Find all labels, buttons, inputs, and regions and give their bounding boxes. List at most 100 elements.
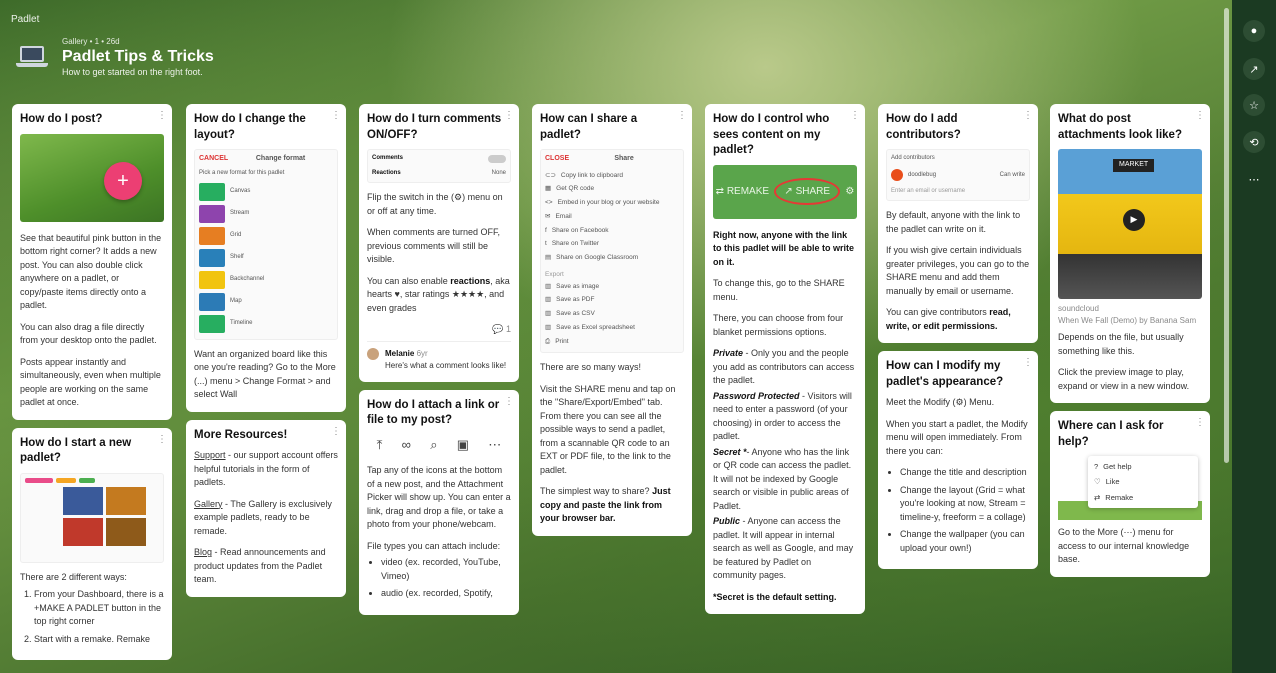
mini-hint: Pick a new format for this padlet xyxy=(199,169,285,176)
post-text: Posts appear instantly and simultaneousl… xyxy=(20,356,161,408)
post-menu-icon[interactable]: ⋮ xyxy=(1195,108,1205,123)
post-text: When you start a padlet, the Modify menu… xyxy=(886,418,1028,456)
post-title: What do post attachments look like? xyxy=(1058,113,1182,141)
share-option-label: Share on Facebook xyxy=(551,226,609,234)
scrollbar[interactable] xyxy=(1224,8,1229,463)
remake-icon[interactable]: ⟲ xyxy=(1243,131,1265,153)
post-title: More Resources! xyxy=(194,428,288,441)
map-swatch xyxy=(199,292,225,311)
menu-item-label: Like xyxy=(1105,477,1120,487)
resources-card[interactable]: ⋮ More Resources! Support - our support … xyxy=(186,419,346,597)
attachment-icons: ⤒ ∞ ⌕ ▣ ⋯ xyxy=(367,435,511,455)
contributors-card[interactable]: ⋮ How do I add contributors? Add contrib… xyxy=(878,104,1038,344)
start-card[interactable]: ⋮ How do I start a new padlet? There are… xyxy=(12,427,172,661)
share-option: t Share on Twitter xyxy=(545,237,679,251)
comment-count[interactable]: 💬 1 xyxy=(367,323,511,337)
post-title: How can I modify my padlet's appearance? xyxy=(886,360,1004,388)
post-menu-icon[interactable]: ⋮ xyxy=(331,108,341,123)
list-item: From your Dashboard, there is a +MAKE A … xyxy=(34,588,164,629)
grid-swatch xyxy=(199,226,225,245)
action-rail: ● ↗ ☆ ⟲ ⋯ xyxy=(1232,0,1276,673)
timeline-swatch xyxy=(199,314,225,333)
post-menu-icon[interactable]: ⋮ xyxy=(504,394,514,409)
mini-role: Can write xyxy=(999,171,1025,178)
market-sign: MARKET xyxy=(1113,159,1155,172)
post-text: You can also enable xyxy=(367,275,451,286)
truck-photo[interactable]: MARKET ▶ xyxy=(1058,149,1202,300)
post-title: How do I post? xyxy=(20,113,103,125)
play-icon[interactable]: ▶ xyxy=(1123,209,1145,232)
avatar xyxy=(891,169,903,182)
laptop-icon xyxy=(16,44,48,70)
image-icon: ▥ xyxy=(545,282,552,290)
post-menu-icon[interactable]: ⋮ xyxy=(1023,355,1033,370)
post-menu-icon[interactable]: ⋮ xyxy=(504,108,514,123)
share-option: ▤ Share on Google Classroom xyxy=(545,251,679,265)
star-icon[interactable]: ☆ xyxy=(1243,94,1265,116)
comment-count-value: 1 xyxy=(505,324,511,335)
share-option-label: Share on Google Classroom xyxy=(556,254,639,262)
post-menu-icon[interactable]: ⋮ xyxy=(1023,108,1033,123)
reactions-bold: reactions xyxy=(450,275,491,286)
share-icon[interactable]: ↗ xyxy=(1243,58,1265,80)
share-option-label: Share on Twitter xyxy=(551,240,600,248)
attach-card[interactable]: ⋮ How do I attach a link or file to my p… xyxy=(359,389,519,615)
attachment-caption: When We Fall (Demo) by Banana Sam xyxy=(1058,316,1197,326)
column-2: ⋮ How do I change the layout? CANCEL Chan… xyxy=(186,104,346,597)
share-option: f Share on Facebook xyxy=(545,224,679,238)
comments-card[interactable]: ⋮ How do I turn comments ON/OFF? Comment… xyxy=(359,104,519,382)
mini-reactions-label: Reactions xyxy=(372,170,401,177)
upload-icon: ⤒ xyxy=(376,436,383,452)
footnote: *Secret is the default setting. xyxy=(713,591,837,602)
blog-link[interactable]: Blog xyxy=(194,547,212,557)
cancel-label: CANCEL xyxy=(199,155,229,163)
private-label: Private xyxy=(713,348,744,359)
format-label: Canvas xyxy=(230,188,251,195)
list-item: Change the layout (Grid = what you're lo… xyxy=(900,484,1030,525)
mini-input: Enter an email or username xyxy=(891,188,966,195)
user-icon[interactable]: ● xyxy=(1243,20,1265,42)
password-label: Password Protected xyxy=(713,390,800,401)
export-option-label: Save as image xyxy=(556,282,600,290)
contributors-screenshot: Add contributors doodlebug Can write Ent… xyxy=(886,149,1030,202)
embed-icon: <> xyxy=(545,199,553,207)
post-card[interactable]: ⋮ How do I post? + See that beautiful pi… xyxy=(12,104,172,420)
brand-logo[interactable]: Padlet xyxy=(11,14,39,25)
share-text: SHARE xyxy=(795,186,831,198)
export-option: ▥ Save as image xyxy=(545,280,679,294)
share-card[interactable]: ⋮ How can I share a padlet? CLOSE Share ⊂… xyxy=(532,104,692,536)
share-bar-screenshot: ⇄ REMAKE ↗ SHARE ⚙ xyxy=(713,164,857,219)
post-text: You can give contributors xyxy=(886,307,990,318)
remake-text: REMAKE xyxy=(726,186,770,198)
post-title: How do I turn comments ON/OFF? xyxy=(367,113,502,141)
post-menu-icon[interactable]: ⋮ xyxy=(1195,415,1205,430)
layout-card[interactable]: ⋮ How do I change the layout? CANCEL Chan… xyxy=(186,104,346,412)
close-label: CLOSE xyxy=(545,155,570,163)
modify-card[interactable]: ⋮ How can I modify my padlet's appearanc… xyxy=(878,351,1038,570)
support-link[interactable]: Support xyxy=(194,450,226,460)
post-menu-icon[interactable]: ⋮ xyxy=(157,432,167,447)
commenter-name: Melanie xyxy=(385,348,415,358)
share-option-label: Embed in your blog or your website xyxy=(557,199,660,207)
public-label: Public xyxy=(713,516,741,527)
post-text: If you wish give certain individuals gre… xyxy=(886,245,1030,296)
format-label: Grid xyxy=(230,232,242,239)
gallery-link[interactable]: Gallery xyxy=(194,499,223,509)
post-menu-icon[interactable]: ⋮ xyxy=(677,108,687,123)
stream-swatch xyxy=(199,204,225,223)
twitter-icon: t xyxy=(545,240,547,248)
post-menu-icon[interactable]: ⋮ xyxy=(850,108,860,123)
share-option: <> Embed in your blog or your website xyxy=(545,196,679,210)
export-option: ▥ Save as CSV xyxy=(545,307,679,321)
list-item: Change the title and description xyxy=(900,466,1030,480)
column-3: ⋮ How do I turn comments ON/OFF? Comment… xyxy=(359,104,519,615)
post-menu-icon[interactable]: ⋮ xyxy=(331,424,341,439)
help-card[interactable]: ⋮ Where can I ask for help? ? Get help ♡ L… xyxy=(1050,411,1210,577)
control-card[interactable]: ⋮ How do I control who sees content on m… xyxy=(705,104,865,615)
facebook-icon: f xyxy=(545,226,547,234)
menu-item-label: Remake xyxy=(1105,492,1134,502)
mini-comments-label: Comments xyxy=(372,155,404,162)
more-icon[interactable]: ⋯ xyxy=(1243,168,1265,190)
post-menu-icon[interactable]: ⋮ xyxy=(157,108,167,123)
attachments-card[interactable]: ⋮ What do post attachments look like? MA… xyxy=(1050,104,1210,404)
